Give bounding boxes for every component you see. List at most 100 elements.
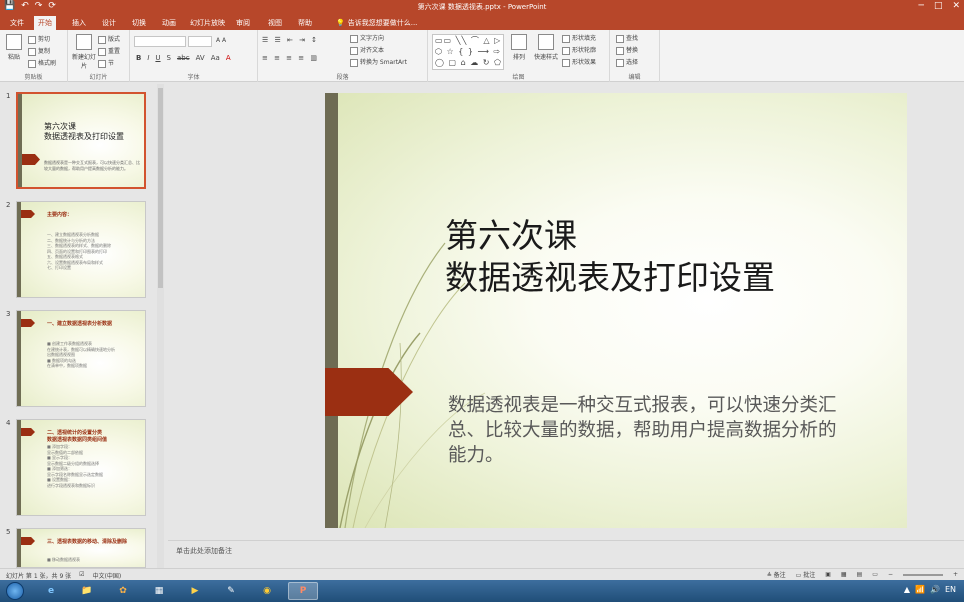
quick-styles-icon (538, 34, 554, 50)
slide-thumbnail[interactable]: 一、建立数据透视表分析数据 ■ 创建工作表数据透视表 在建统计表，数据可以精确快… (16, 310, 146, 407)
paint-icon[interactable]: ✎ (216, 582, 246, 600)
strikethrough-button[interactable]: abc (177, 54, 190, 62)
media-player-icon[interactable]: ▶ (180, 582, 210, 600)
slide-sorter-icon[interactable]: ▦ (841, 571, 847, 578)
slide-canvas[interactable]: 第六次课 数据透视表及打印设置 数据透视表是一种交互式报表，可以快速分类汇总、比… (325, 93, 907, 528)
close-button[interactable]: ✕ (952, 1, 960, 11)
arrange-icon (511, 34, 527, 50)
volume-icon[interactable]: 🔊 (930, 585, 940, 594)
font-color-button[interactable]: A (226, 54, 231, 62)
start-button[interactable] (6, 582, 24, 600)
slideshow-icon[interactable]: ▭ (872, 571, 878, 578)
comments-button[interactable]: ▭ 批注 (796, 570, 816, 579)
tab-review[interactable]: 审阅 (232, 16, 254, 30)
quick-styles-button[interactable]: 快速样式 (532, 34, 560, 61)
tab-file[interactable]: 文件 (6, 16, 28, 30)
powerpoint-icon[interactable]: P (288, 582, 318, 600)
replace-label: 替换 (626, 47, 639, 54)
section-icon (98, 59, 106, 68)
format-painter-button[interactable]: 格式刷 (28, 58, 56, 68)
slide-thumbnail[interactable]: 第六次课 数据透视表及打印设置 数据透视表是一种交互式报表，可以快速分类汇总、比… (16, 92, 146, 189)
replace-button[interactable]: 替换 (616, 45, 638, 55)
network-icon[interactable]: 📶 (915, 585, 925, 594)
layout-button[interactable]: 版式 (98, 34, 120, 44)
slide-thumbnail[interactable]: 二、透视统计的设置分类 数据透视表数据同类组间值 ■ 添加字段： 显示数值的二部… (16, 419, 146, 516)
spellcheck-icon[interactable]: ☑ (79, 571, 84, 580)
explorer-icon[interactable]: 📁 (72, 582, 102, 600)
char-spacing-button[interactable]: AV (196, 54, 205, 62)
grow-shrink-font[interactable]: A A (216, 37, 226, 44)
shape-outline-button[interactable]: 形状轮廓 (562, 45, 596, 55)
tab-view[interactable]: 视图 (264, 16, 286, 30)
zoom-slider[interactable] (902, 573, 943, 576)
ie-icon[interactable]: e (36, 582, 66, 600)
normal-view-icon[interactable]: ▣ (825, 571, 831, 578)
thumbnails-scrollbar[interactable] (157, 84, 164, 568)
slide-title[interactable]: 第六次课 数据透视表及打印设置 (445, 215, 885, 299)
new-slide-icon (76, 34, 92, 50)
font-name-field[interactable] (134, 36, 186, 47)
tab-insert[interactable]: 插入 (68, 16, 90, 30)
change-case-button[interactable]: Aa (211, 54, 220, 62)
cut-button[interactable]: 剪切 (28, 34, 50, 44)
text-direction-label: 文字方向 (360, 35, 385, 42)
section-button[interactable]: 节 (98, 58, 114, 68)
reading-view-icon[interactable]: ▤ (857, 571, 863, 578)
minimize-button[interactable]: ─ (919, 1, 924, 11)
app-icon-4[interactable]: ▦ (144, 582, 174, 600)
search-icon (616, 34, 624, 43)
slide-thumbnail[interactable]: 主要内容： 一、建立数据透视表分析数据 二、数据统计与分析的方法 三、数据透视表… (16, 201, 146, 298)
font-size-field[interactable] (188, 36, 212, 47)
format-painter-label: 格式刷 (38, 60, 57, 67)
tab-home[interactable]: 开始 (34, 16, 56, 30)
clipboard-group: 粘贴 剪切 复制 格式刷 剪贴板 (0, 30, 68, 82)
text-direction-button[interactable]: 文字方向 (350, 33, 384, 43)
app-icon-3[interactable]: ✿ (108, 582, 138, 600)
section-label: 节 (108, 60, 115, 67)
slide-thumbnail[interactable]: 三、透视表数据的移动、清除及删除 ■ 移动数据透视表 (16, 528, 146, 568)
layout-icon (98, 35, 106, 44)
tab-help[interactable]: 帮助 (294, 16, 316, 30)
align-text-label: 对齐文本 (360, 47, 385, 54)
align-text-button[interactable]: 对齐文本 (350, 45, 384, 55)
new-slide-button[interactable]: 新建幻灯片 (70, 34, 98, 70)
find-button[interactable]: 查找 (616, 33, 638, 43)
align-buttons[interactable]: ≡ ≡ ≡ ≡ ▥ (262, 54, 319, 62)
tab-slideshow[interactable]: 幻灯片放映 (186, 16, 229, 30)
reset-button[interactable]: 重置 (98, 46, 120, 56)
chrome-icon[interactable]: ◉ (252, 582, 282, 600)
shape-fill-button[interactable]: 形状填充 (562, 33, 596, 43)
language-indicator[interactable]: 中文(中国) (93, 571, 122, 580)
copy-button[interactable]: 复制 (28, 46, 50, 56)
shapes-gallery[interactable]: ▭▭ ╲╲ ⌒ △ ▷ ⬡ ☆ { } ⟶ ⇨ ◯ ▢ ⌂ ☁ ↻ ⬠ (432, 34, 504, 70)
paste-button[interactable]: 粘贴 (4, 34, 24, 61)
arrange-button[interactable]: 排列 (508, 34, 530, 61)
tell-me-box[interactable]: 💡 告诉我您想要做什么... (332, 16, 421, 30)
text-direction-icon (350, 34, 358, 43)
scrollbar-thumb[interactable] (158, 88, 163, 288)
tray-expand-icon[interactable]: ▲ (904, 585, 910, 594)
smartart-button[interactable]: 转换为 SmartArt (350, 57, 407, 67)
bold-button[interactable]: B (136, 54, 141, 62)
thumbnail-title: 第六次课 数据透视表及打印设置 (44, 122, 124, 141)
input-method-indicator[interactable]: EN (945, 585, 956, 594)
paste-icon (6, 34, 22, 50)
slide-body-text[interactable]: 数据透视表是一种交互式报表，可以快速分类汇总、比较大量的数据，帮助用户提高数据分… (448, 393, 848, 468)
tab-animations[interactable]: 动画 (158, 16, 180, 30)
underline-button[interactable]: U (155, 54, 160, 62)
outline-icon (562, 46, 570, 55)
maximize-button[interactable]: □ (934, 1, 943, 11)
italic-button[interactable]: I (147, 54, 149, 62)
shape-fill-label: 形状填充 (572, 35, 597, 42)
zoom-in-button[interactable]: + (953, 571, 958, 578)
zoom-out-button[interactable]: − (888, 571, 893, 578)
notes-pane[interactable]: 单击此处添加备注 (168, 540, 964, 568)
select-button[interactable]: 选择 (616, 57, 638, 67)
shape-effects-button[interactable]: 形状效果 (562, 57, 596, 67)
shadow-button[interactable]: S (167, 54, 171, 62)
tab-transitions[interactable]: 切换 (128, 16, 150, 30)
tab-design[interactable]: 设计 (98, 16, 120, 30)
list-buttons[interactable]: ☰ ☰ ⇤ ⇥ ↕ (262, 36, 319, 44)
notes-button[interactable]: ≜ 备注 (767, 570, 786, 579)
system-tray: ▲ 📶 🔊 EN (904, 585, 956, 594)
